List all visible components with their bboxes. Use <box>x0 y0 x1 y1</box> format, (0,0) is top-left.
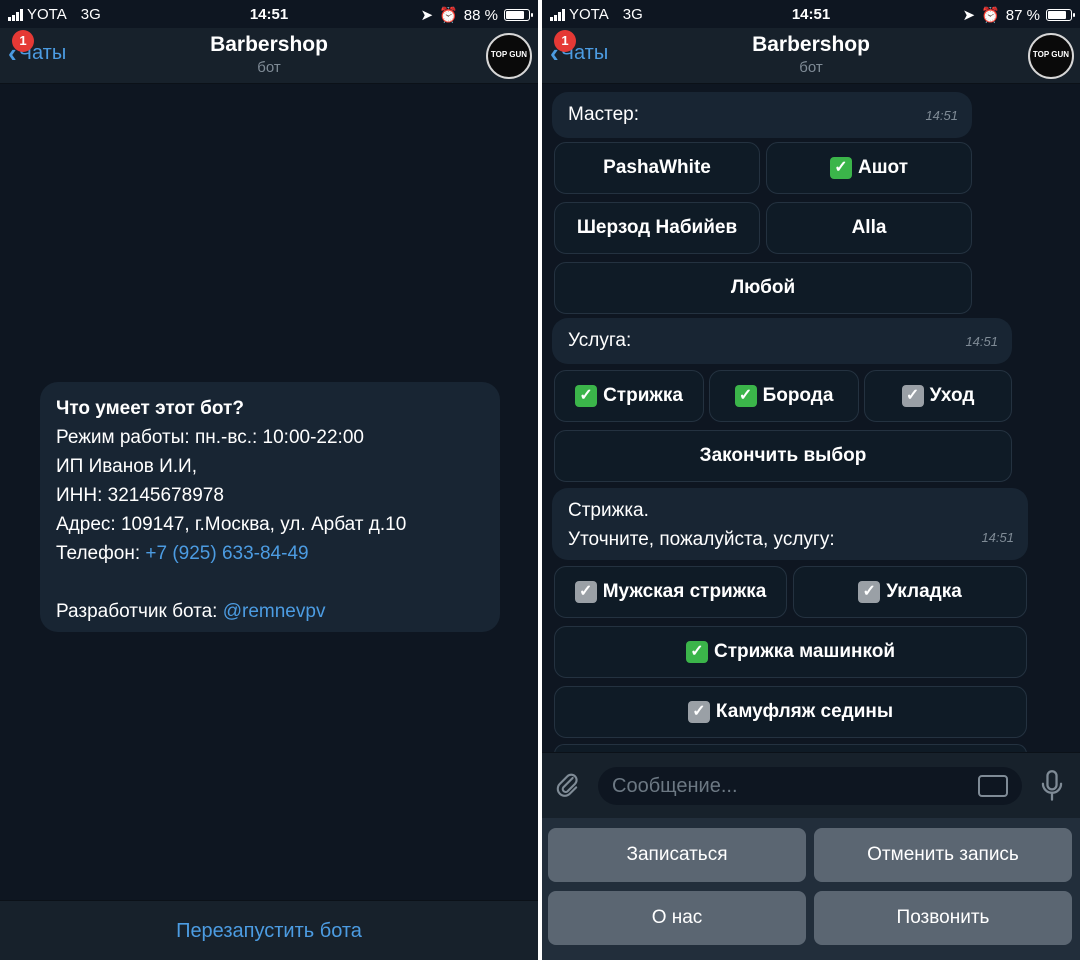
bot-info-hours: Режим работы: пн.-вс.: 10:00-22:00 <box>56 427 364 448</box>
restart-bot-button[interactable]: Перезапустить бота <box>0 900 538 960</box>
button-label: Стрижка <box>603 385 683 406</box>
paperclip-icon[interactable] <box>554 771 582 799</box>
checkbox-checked-icon: ✓ <box>685 641 708 663</box>
message-line-1: Стрижка. <box>568 500 649 521</box>
service-button-haircut[interactable]: ✓ Стрижка <box>554 370 704 422</box>
button-label: Любой <box>730 277 796 298</box>
message-input-bar: Сообщение... <box>542 752 1080 819</box>
chat-title[interactable]: Barbershop <box>542 33 1080 57</box>
master-button-alla[interactable]: Alla <box>766 202 972 254</box>
haircut-button-men[interactable]: ✓ Мужская стрижка <box>554 566 787 618</box>
bot-info-owner: ИП Иванов И.И, <box>56 456 197 477</box>
master-button-pashawhite[interactable]: PashaWhite <box>554 142 760 194</box>
checkbox-checked-icon: ✓ <box>830 157 852 179</box>
master-button-sherzod[interactable]: Шерзод Набийев <box>554 202 760 254</box>
location-icon: ➤ <box>962 7 976 24</box>
battery-percent: 88 % <box>463 6 498 24</box>
checkbox-grey-icon: ✓ <box>687 701 710 723</box>
chat-subtitle: бот <box>799 59 823 76</box>
phone-label: Телефон: <box>56 543 146 564</box>
master-button-ashot[interactable]: ✓ Ашот <box>766 142 972 194</box>
button-label: Ашот <box>858 157 908 178</box>
right-screen: YOTA 3G 14:51 ➤ ⏰ 87 % ‹ Чаты 1 Barbersh… <box>542 0 1080 960</box>
dev-link[interactable]: @remnevpv <box>223 601 326 622</box>
chat-title[interactable]: Barbershop <box>0 33 538 57</box>
button-label: Борода <box>762 385 834 406</box>
message-service: Услуга: 14:51 <box>552 318 1012 364</box>
bot-info-phone-row: Телефон: +7 (925) 633-84-49 <box>56 539 484 568</box>
dev-label: Разработчик бота: <box>56 601 223 622</box>
button-label: Шерзод Набийев <box>576 217 738 238</box>
alarm-icon: ⏰ <box>981 7 1000 24</box>
checkbox-checked-icon: ✓ <box>575 385 598 407</box>
button-label: Камуфляж седины <box>715 701 894 722</box>
message-text: Услуга: <box>568 330 632 351</box>
message-line-2: Уточните, пожалуйста, услугу: <box>568 529 835 550</box>
status-bar: YOTA 3G 14:51 ➤ ⏰ 88 % <box>0 0 538 28</box>
avatar[interactable]: TOP GUN <box>1028 33 1074 79</box>
button-label: Alla <box>851 217 887 238</box>
service-button-care[interactable]: ✓ Уход <box>864 370 1012 422</box>
status-right: ➤ ⏰ 87 % <box>962 6 1075 24</box>
chat-subtitle: бот <box>257 59 281 76</box>
bot-info-dev-row: Разработчик бота: @remnevpv <box>56 597 484 626</box>
bot-info-address: Адрес: 109147, г.Москва, ул. Арбат д.10 <box>56 514 407 535</box>
location-icon: ➤ <box>420 7 434 24</box>
message-clarify: Стрижка. Уточните, пожалуйста, услугу: 1… <box>552 488 1028 560</box>
bot-info-inn: ИНН: 32145678978 <box>56 485 224 506</box>
battery-icon <box>1046 9 1075 21</box>
avatar[interactable]: TOP GUN <box>486 33 532 79</box>
haircut-button-styling[interactable]: ✓ Укладка <box>793 566 1027 618</box>
message-time: 14:51 <box>965 334 998 349</box>
microphone-icon[interactable] <box>1038 769 1066 803</box>
bot-info-card: Что умеет этот бот? Режим работы: пн.-вс… <box>40 382 500 632</box>
service-button-beard[interactable]: ✓ Борода <box>709 370 859 422</box>
battery-icon <box>504 9 533 21</box>
message-input-placeholder: Сообщение... <box>612 775 738 797</box>
call-button[interactable]: Позвонить <box>814 891 1072 945</box>
button-label: Стрижка машинкой <box>713 641 896 662</box>
haircut-button-clipper[interactable]: ✓ Стрижка машинкой <box>554 626 1027 678</box>
finish-selection-button[interactable]: Закончить выбор <box>554 430 1012 482</box>
status-bar: YOTA 3G 14:51 ➤ ⏰ 87 % <box>542 0 1080 28</box>
button-label: PashaWhite <box>603 157 711 178</box>
status-right: ➤ ⏰ 88 % <box>420 6 533 24</box>
phone-link[interactable]: +7 (925) 633-84-49 <box>145 543 308 564</box>
left-screen: YOTA 3G 14:51 ➤ ⏰ 88 % ‹ Чаты 1 Barbersh… <box>0 0 538 960</box>
checkbox-grey-icon: ✓ <box>901 385 924 407</box>
button-label: Мужская стрижка <box>602 581 767 602</box>
battery-percent: 87 % <box>1005 6 1040 24</box>
button-label: Укладка <box>886 581 962 602</box>
nav-bar: ‹ Чаты 1 Barbershop бот TOP GUN <box>0 28 538 84</box>
checkbox-grey-icon: ✓ <box>574 581 597 603</box>
haircut-button-camouflage[interactable]: ✓ Камуфляж седины <box>554 686 1027 738</box>
keyboard-icon[interactable] <box>978 775 1008 797</box>
message-time: 14:51 <box>925 108 958 123</box>
checkbox-grey-icon: ✓ <box>858 581 881 603</box>
checkbox-checked-icon: ✓ <box>734 385 757 407</box>
message-text: Мастер: <box>568 104 640 125</box>
master-button-any[interactable]: Любой <box>554 262 972 314</box>
reply-keyboard: Записаться Отменить запись О нас Позвони… <box>542 818 1080 960</box>
cancel-booking-button[interactable]: Отменить запись <box>814 828 1072 882</box>
nav-bar: ‹ Чаты 1 Barbershop бот TOP GUN <box>542 28 1080 84</box>
alarm-icon: ⏰ <box>439 7 458 24</box>
book-button[interactable]: Записаться <box>548 828 806 882</box>
message-time: 14:51 <box>981 530 1014 545</box>
bot-info-title: Что умеет этот бот? <box>56 398 244 419</box>
button-label: Уход <box>929 385 975 406</box>
message-master: Мастер: 14:51 <box>552 92 972 138</box>
message-input[interactable]: Сообщение... <box>598 767 1022 805</box>
about-button[interactable]: О нас <box>548 891 806 945</box>
